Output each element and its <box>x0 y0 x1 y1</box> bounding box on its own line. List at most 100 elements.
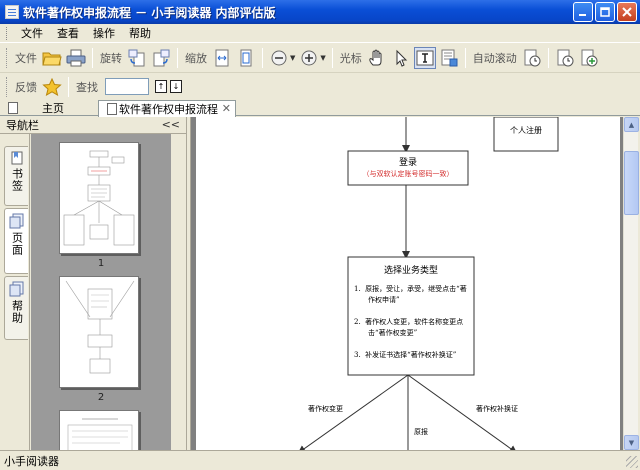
toolbar-separator <box>331 47 333 68</box>
app-icon <box>5 5 19 19</box>
select-tool-button[interactable] <box>390 47 412 69</box>
fit-width-button[interactable] <box>211 47 233 69</box>
snapshot-button[interactable] <box>438 47 460 69</box>
fit-page-button[interactable] <box>235 47 257 69</box>
thumbnail-page-number: 2 <box>97 392 105 403</box>
rotate-left-button[interactable] <box>126 47 148 69</box>
option-item: 3. 补发证书选择“著作权补换证” <box>354 350 472 361</box>
thumbnail-page-number: 1 <box>97 258 105 269</box>
minimize-icon <box>579 14 586 16</box>
toolbar-separator <box>177 47 178 68</box>
printer-icon <box>66 49 86 66</box>
fit-page-icon <box>240 49 252 66</box>
zoom-in-dropdown-icon[interactable]: ▼ <box>320 54 325 62</box>
clock-page-icon <box>557 49 574 66</box>
nav-side-tabs: 书签 页面 帮助 <box>0 134 30 450</box>
autoscroll-label: 自动滚动 <box>472 51 517 65</box>
page-thumbnail[interactable] <box>59 410 139 450</box>
tab-close-icon[interactable]: ✕ <box>222 102 231 115</box>
menu-grip <box>6 26 9 40</box>
zoom-out-button[interactable] <box>268 47 290 69</box>
bookmark-icon <box>11 151 22 165</box>
arrow-cursor-icon <box>396 49 407 67</box>
menu-help[interactable]: 帮助 <box>123 25 157 41</box>
maximize-button[interactable] <box>595 2 615 22</box>
text-cursor-icon <box>416 50 434 65</box>
thumbnail-flowchart <box>63 150 135 246</box>
toolbar-separator <box>464 47 466 68</box>
branch-right-label: 著作权补换证 <box>476 405 518 413</box>
side-tab-bookmarks-label: 书签 <box>10 168 24 192</box>
rotate-label: 旋转 <box>100 51 122 65</box>
rotate-right-icon <box>153 49 170 66</box>
fit-width-icon <box>215 49 229 66</box>
status-text: 小手阅读器 <box>4 454 59 468</box>
menu-view[interactable]: 查看 <box>51 25 85 41</box>
page-thumbnail[interactable] <box>59 276 139 388</box>
cursor-label: 光标 <box>339 51 362 65</box>
scroll-thumb[interactable] <box>624 151 639 215</box>
find-next-button[interactable]: ↓ <box>170 80 182 93</box>
option-item: 2. 著作权人变更，软件名称变更点 击“著作权变更” <box>354 317 472 339</box>
feedback-button[interactable] <box>41 76 63 98</box>
open-button[interactable] <box>41 47 63 69</box>
hand-tool-button[interactable] <box>366 47 388 69</box>
toolbar-grip <box>6 47 9 68</box>
side-tab-bookmarks[interactable]: 书签 <box>4 146 28 206</box>
history-button[interactable] <box>554 47 576 69</box>
select-business-title: 选择业务类型 <box>383 266 438 276</box>
option-text: 原报，受让，承受，继受点击“著 <box>365 285 467 293</box>
menu-bar: 文件 查看 操作 帮助 <box>0 24 640 42</box>
zoom-out-dropdown-icon[interactable]: ▼ <box>290 54 295 62</box>
text-select-button[interactable] <box>413 46 436 69</box>
main-toolbar: 文件 旋转 缩放 ▼ ▼ 光标 自动滚动 <box>0 42 640 72</box>
option-number: 3. <box>354 351 361 359</box>
toolbar-separator <box>262 47 263 68</box>
tab-document[interactable]: 软件著作权申报流程 ✕ <box>98 100 236 117</box>
autoscroll-icon <box>524 49 541 66</box>
minimize-button[interactable] <box>573 2 593 22</box>
collapse-panel-button[interactable]: << <box>162 118 180 131</box>
find-input[interactable] <box>105 78 149 95</box>
side-tab-help[interactable]: 帮助 <box>4 276 28 340</box>
side-tab-pages[interactable]: 页面 <box>4 208 28 274</box>
page-thumbnail[interactable] <box>59 142 139 254</box>
tab-home[interactable]: 主页 <box>0 100 98 116</box>
tab-document-label: 软件著作权申报流程 <box>119 103 218 116</box>
add-page-icon <box>581 49 598 66</box>
nav-panel-title: 导航栏 <box>6 119 39 132</box>
find-previous-button[interactable]: ↑ <box>155 80 167 93</box>
document-page: 个人注册 登录 （与双软认定账号密码一致） 选择业务类型 1. 原报，受让，承受… <box>196 117 620 450</box>
document-scrollbar[interactable]: ▲ ▼ <box>623 117 639 450</box>
maximize-icon <box>600 7 610 17</box>
star-icon <box>42 77 62 96</box>
option-number: 1. <box>354 285 361 293</box>
status-bar: 小手阅读器 <box>0 450 640 470</box>
arrow-up-icon: ↑ <box>157 82 165 91</box>
close-icon <box>622 7 632 17</box>
toolbar-separator <box>92 47 93 68</box>
scroll-up-icon[interactable]: ▲ <box>624 117 639 132</box>
folder-open-icon <box>42 52 62 65</box>
zoom-in-button[interactable] <box>298 47 320 69</box>
option-text: 著作权人变更，软件名称变更点 <box>365 318 464 326</box>
option-text-cont: 作权申请” <box>368 296 400 304</box>
snapshot-icon <box>441 49 458 66</box>
login-note: （与双软认定账号密码一致） <box>362 170 454 178</box>
autoscroll-button[interactable] <box>521 47 543 69</box>
document-view[interactable]: 个人注册 登录 （与双软认定账号密码一致） 选择业务类型 1. 原报，受让，承受… <box>191 117 623 450</box>
menu-operate[interactable]: 操作 <box>87 25 121 41</box>
toolbar-grip <box>6 76 9 97</box>
side-tab-pages-label: 页面 <box>10 232 24 256</box>
page-icon <box>107 103 117 115</box>
resize-grip[interactable] <box>626 456 638 468</box>
side-tab-help-label: 帮助 <box>10 300 24 324</box>
add-bookmark-button[interactable] <box>578 47 600 69</box>
option-item: 1. 原报，受让，承受，继受点击“著 作权申请” <box>354 284 472 306</box>
rotate-right-button[interactable] <box>150 47 172 69</box>
close-button[interactable] <box>617 2 637 22</box>
hand-icon <box>369 49 382 65</box>
scroll-down-icon[interactable]: ▼ <box>624 435 639 450</box>
print-button[interactable] <box>65 47 87 69</box>
menu-file[interactable]: 文件 <box>15 25 49 41</box>
